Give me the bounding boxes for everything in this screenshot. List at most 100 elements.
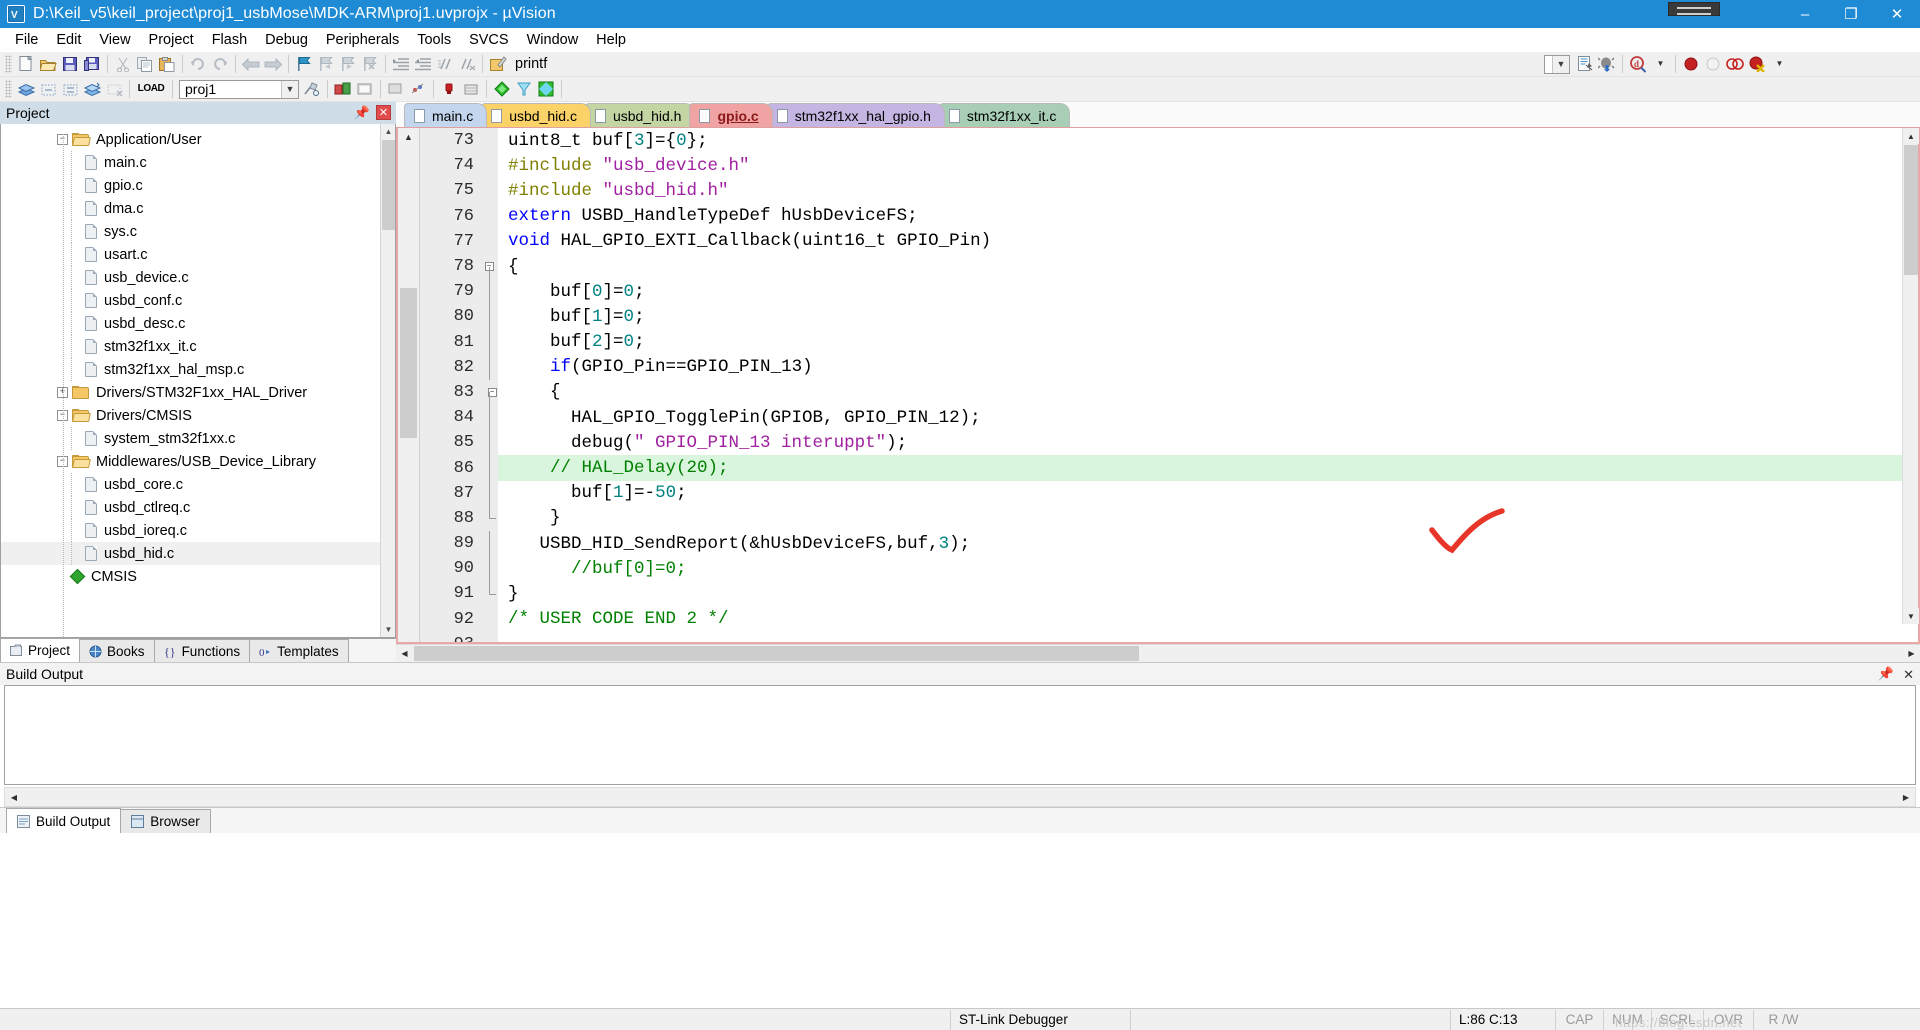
code-text[interactable]: }: [498, 508, 561, 528]
fold-margin[interactable]: [480, 228, 498, 254]
tree-item[interactable]: usb_device.c: [1, 266, 380, 289]
code-text[interactable]: HAL_GPIO_TogglePin(GPIOB, GPIO_PIN_12);: [498, 408, 981, 428]
minimize-button[interactable]: –: [1782, 0, 1828, 28]
tree-item[interactable]: main.c: [1, 151, 380, 174]
menu-svcs[interactable]: SVCS: [460, 30, 518, 50]
code-text[interactable]: //buf[0]=0;: [498, 559, 687, 579]
scroll-down-icon[interactable]: ▼: [381, 622, 395, 637]
build-icon[interactable]: [15, 79, 37, 100]
code-line[interactable]: 88 }: [420, 505, 1918, 531]
batch-build-icon[interactable]: [59, 79, 81, 100]
tree-item[interactable]: stm32f1xx_hal_msp.c: [1, 358, 380, 381]
navigate-forward-icon[interactable]: [262, 54, 284, 75]
editor-tab-main-c[interactable]: main.c: [404, 103, 488, 127]
project-tab-books[interactable]: Books: [79, 639, 155, 662]
code-line[interactable]: 85 debug(" GPIO_PIN_13 interuppt");: [420, 430, 1918, 456]
fold-margin[interactable]: [480, 531, 498, 557]
toolbar-dropdown[interactable]: ▼: [1544, 54, 1570, 74]
fold-margin[interactable]: [480, 178, 498, 204]
code-line[interactable]: 87 buf[1]=-50;: [420, 480, 1918, 506]
save-icon[interactable]: [59, 54, 81, 75]
fold-margin[interactable]: −: [480, 253, 498, 280]
code-line[interactable]: 81 buf[2]=0;: [420, 329, 1918, 355]
editor-tab-usbd_hid-h[interactable]: usbd_hid.h: [584, 103, 696, 127]
paste-icon[interactable]: [156, 54, 178, 75]
new-file-icon[interactable]: [15, 54, 37, 75]
chevron-down-icon-2[interactable]: ▼: [281, 80, 298, 98]
fold-margin[interactable]: [480, 606, 498, 632]
cut-icon[interactable]: [112, 54, 134, 75]
tree-item[interactable]: usbd_desc.c: [1, 312, 380, 335]
bookmark-toggle-icon[interactable]: [293, 54, 315, 75]
code-text[interactable]: extern USBD_HandleTypeDef hUsbDeviceFS;: [498, 206, 918, 226]
close-button[interactable]: ✕: [1874, 0, 1920, 28]
tree-item[interactable]: −Application/User: [1, 128, 380, 151]
code-text[interactable]: #include "usb_device.h": [498, 156, 750, 176]
fold-margin[interactable]: [480, 581, 498, 607]
toolbar-grip[interactable]: [5, 55, 12, 73]
open-file-icon[interactable]: [37, 54, 59, 75]
scroll-up-icon[interactable]: ▲: [381, 124, 395, 139]
tree-item[interactable]: −Middlewares/USB_Device_Library: [1, 450, 380, 473]
editor-tab-stm32f1xx_hal_gpio-h[interactable]: stm32f1xx_hal_gpio.h: [766, 103, 945, 127]
project-tab-project[interactable]: Project: [0, 638, 81, 662]
find-in-files-icon[interactable]: d: [1627, 54, 1649, 75]
hscrollbar-thumb[interactable]: [414, 646, 1139, 661]
indent-icon[interactable]: [390, 54, 412, 75]
fold-margin[interactable]: [480, 480, 498, 506]
code-text[interactable]: {: [498, 382, 561, 402]
close-icon[interactable]: ✕: [376, 105, 391, 120]
editor-scroll-up-icon[interactable]: ▲: [398, 128, 419, 145]
code-text[interactable]: uint8_t buf[3]={0};: [498, 131, 708, 151]
stop-build-icon[interactable]: [103, 79, 125, 100]
code-line[interactable]: 80 buf[1]=0;: [420, 304, 1918, 330]
project-tab-templates[interactable]: 0 Templates: [249, 639, 349, 662]
code-line[interactable]: 78−{: [420, 253, 1918, 280]
breakpoint-marker-icon[interactable]: [438, 79, 460, 100]
build-tab-browser[interactable]: Browser: [120, 809, 211, 833]
fold-margin[interactable]: [480, 329, 498, 355]
target-options-icon[interactable]: [301, 79, 323, 100]
code-line[interactable]: 83− {: [420, 379, 1918, 406]
copy-icon[interactable]: [134, 54, 156, 75]
editor-hscrollbar[interactable]: ◀ ▶: [396, 644, 1920, 662]
maximize-button[interactable]: ❐: [1828, 0, 1874, 28]
configure-merge-icon[interactable]: [407, 79, 429, 100]
menu-tools[interactable]: Tools: [408, 30, 460, 50]
hscroll-left-icon[interactable]: ◀: [396, 645, 413, 662]
bookmark-prev-icon[interactable]: [315, 54, 337, 75]
project-tab-functions[interactable]: {} Functions: [153, 639, 251, 662]
code-text[interactable]: buf[2]=0;: [498, 332, 645, 352]
translate-icon[interactable]: [81, 79, 103, 100]
outdent-icon[interactable]: [412, 54, 434, 75]
menu-project[interactable]: Project: [140, 30, 203, 50]
editor-tab-stm32f1xx_it-c[interactable]: stm32f1xx_it.c: [938, 103, 1071, 127]
build-hscroll-left-icon[interactable]: ◀: [5, 788, 23, 806]
bookmark-clear-icon[interactable]: [359, 54, 381, 75]
code-line[interactable]: 75 #include "usbd_hid.h": [420, 178, 1918, 204]
fold-margin[interactable]: [480, 405, 498, 431]
menu-peripherals[interactable]: Peripherals: [317, 30, 408, 50]
editor-vscrollbar[interactable]: ▲ ▼: [1902, 128, 1919, 624]
memory-window-icon[interactable]: [460, 79, 482, 100]
menu-edit[interactable]: Edit: [47, 30, 90, 50]
save-all-icon[interactable]: [81, 54, 103, 75]
disable-all-breakpoints-icon[interactable]: [1746, 54, 1768, 75]
editor-left-thumb[interactable]: [400, 288, 417, 438]
debug-start-icon[interactable]: [1596, 54, 1618, 75]
tree-item[interactable]: usbd_core.c: [1, 473, 380, 496]
editor-scroll-up-icon-2[interactable]: ▲: [1903, 128, 1919, 144]
editor-tab-usbd_hid-c[interactable]: usbd_hid.c: [481, 103, 591, 127]
config-wizard-icon[interactable]: [1574, 54, 1596, 75]
breakpoint-dropdown-icon[interactable]: ▼: [1768, 54, 1790, 75]
hscroll-right-icon[interactable]: ▶: [1903, 645, 1920, 662]
functions-icon[interactable]: [513, 79, 535, 100]
fold-margin[interactable]: [480, 304, 498, 330]
tree-item[interactable]: +Drivers/STM32F1xx_HAL_Driver: [1, 381, 380, 404]
editor-vscrollbar-thumb[interactable]: [1904, 145, 1918, 275]
tree-item[interactable]: stm32f1xx_it.c: [1, 335, 380, 358]
build-pin-icon[interactable]: 📌: [1878, 666, 1894, 682]
tree-item[interactable]: dma.c: [1, 197, 380, 220]
code-line[interactable]: 79 buf[0]=0;: [420, 279, 1918, 305]
bookmark-next-icon[interactable]: [337, 54, 359, 75]
